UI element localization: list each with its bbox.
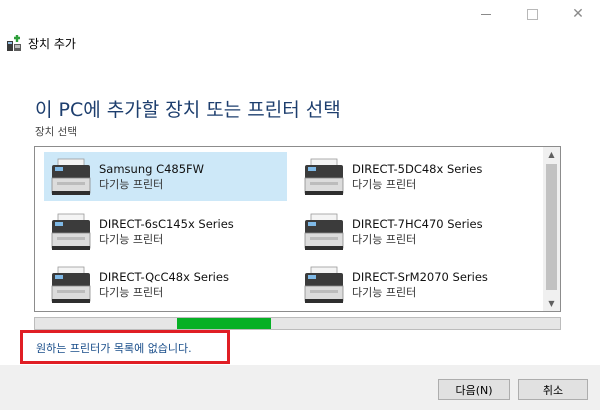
device-list[interactable]: Samsung C485FW 다기능 프린터 DIRECT-5DC48x Ser… <box>34 146 561 312</box>
device-item[interactable]: DIRECT-SrM2070 Series 다기능 프린터 <box>297 260 540 309</box>
device-type: 다기능 프린터 <box>352 232 417 246</box>
next-button[interactable]: 다음(N) <box>438 379 510 400</box>
cancel-button[interactable]: 취소 <box>518 379 588 400</box>
scroll-down-icon[interactable]: ▼ <box>543 296 560 311</box>
vertical-scrollbar[interactable]: ▲ ▼ <box>543 147 560 311</box>
printer-icon <box>304 213 344 250</box>
close-icon: ✕ <box>572 6 584 22</box>
printer-icon <box>51 213 91 250</box>
device-item[interactable]: Samsung C485FW 다기능 프린터 <box>44 152 287 201</box>
minimize-button[interactable] <box>466 0 506 28</box>
device-type: 다기능 프린터 <box>99 177 164 191</box>
printer-icon <box>51 266 91 303</box>
printer-icon <box>304 158 344 195</box>
device-item[interactable]: DIRECT-5DC48x Series 다기능 프린터 <box>297 152 540 201</box>
device-item[interactable]: DIRECT-7HC470 Series 다기능 프린터 <box>297 207 540 256</box>
device-type: 다기능 프린터 <box>352 285 417 299</box>
device-name: DIRECT-SrM2070 Series <box>352 269 488 284</box>
page-subtitle: 장치 선택 <box>35 126 77 138</box>
maximize-icon <box>526 8 538 20</box>
device-name: DIRECT-6sC145x Series <box>99 216 234 231</box>
device-item[interactable]: DIRECT-6sC145x Series 다기능 프린터 <box>44 207 287 256</box>
minimize-icon <box>481 13 491 15</box>
wizard-header: 장치 추가 <box>6 32 76 54</box>
device-type: 다기능 프린터 <box>99 232 164 246</box>
device-type: 다기능 프린터 <box>99 285 164 299</box>
progress-fill <box>176 318 272 329</box>
printer-not-listed-link[interactable]: 원하는 프린터가 목록에 없습니다. <box>36 340 192 356</box>
device-name: Samsung C485FW <box>99 161 205 176</box>
device-name: DIRECT-QcC48x Series <box>99 269 229 284</box>
device-type: 다기능 프린터 <box>352 177 417 191</box>
footer-bar: 다음(N) 취소 <box>0 365 600 410</box>
printer-icon <box>51 158 91 195</box>
device-name: DIRECT-5DC48x Series <box>352 161 483 176</box>
close-button[interactable]: ✕ <box>558 0 598 28</box>
maximize-button[interactable] <box>512 0 552 28</box>
scroll-thumb[interactable] <box>546 164 557 290</box>
printer-icon <box>304 266 344 303</box>
title-bar: ✕ <box>0 0 600 30</box>
window-title: 장치 추가 <box>28 36 76 51</box>
device-name: DIRECT-7HC470 Series <box>352 216 483 231</box>
device-item[interactable]: DIRECT-QcC48x Series 다기능 프린터 <box>44 260 287 309</box>
scroll-up-icon[interactable]: ▲ <box>543 147 560 162</box>
add-device-icon <box>7 35 21 51</box>
search-progress-bar <box>34 317 561 330</box>
page-title: 이 PC에 추가할 장치 또는 프린터 선택 <box>35 99 341 121</box>
